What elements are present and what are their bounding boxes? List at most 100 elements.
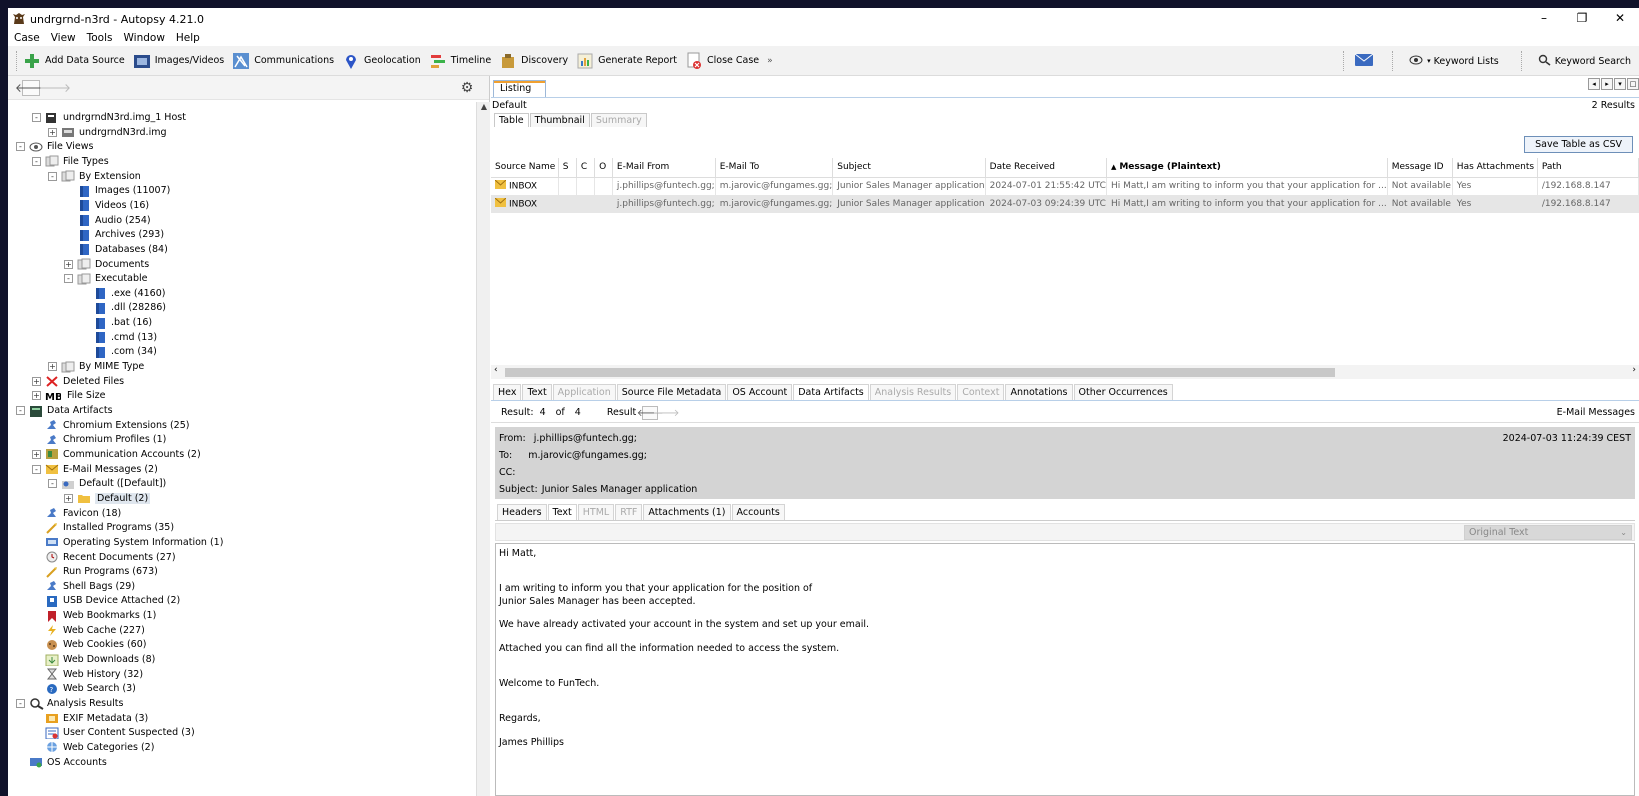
tab-text[interactable]: Text xyxy=(522,384,552,400)
save-table-csv-button[interactable]: Save Table as CSV xyxy=(1524,136,1633,153)
tree-item[interactable]: + Deleted Files xyxy=(32,374,124,389)
tree-item[interactable]: ? Web Search (3) xyxy=(32,681,136,696)
menu-help[interactable]: Help xyxy=(176,32,200,44)
collapse-icon[interactable]: - xyxy=(48,479,57,489)
tree-item[interactable]: - undrgrndN3rd.img_1 Host xyxy=(32,110,186,125)
tree-item[interactable]: Web Categories (2) xyxy=(32,740,154,755)
maximize-icon[interactable]: □ xyxy=(1627,78,1639,90)
expand-icon[interactable]: + xyxy=(32,391,41,401)
tree-item[interactable]: Run Programs (673) xyxy=(32,564,158,579)
tree-item[interactable]: Favicon (18) xyxy=(32,506,121,521)
collapse-icon[interactable]: - xyxy=(16,142,25,152)
column-header[interactable]: Message ID xyxy=(1387,158,1453,178)
forward-arrow-icon[interactable]: 🡒 xyxy=(39,80,71,96)
tree-item[interactable]: OS Accounts xyxy=(16,755,107,770)
column-header[interactable]: Path xyxy=(1537,158,1639,178)
tree-item[interactable]: - Analysis Results xyxy=(16,696,123,711)
geolocation-button[interactable]: Geolocation xyxy=(342,52,421,70)
restore-button[interactable]: ❐ xyxy=(1563,8,1601,30)
tab-email-attachments-[interactable]: Attachments (1) xyxy=(643,504,731,520)
tree-item[interactable]: Archives (293) xyxy=(64,227,164,242)
tab-thumbnail[interactable]: Thumbnail xyxy=(529,113,590,127)
menu-tools[interactable]: Tools xyxy=(87,32,113,44)
column-header[interactable]: E-Mail From xyxy=(612,158,716,178)
tab-data-artifacts[interactable]: Data Artifacts xyxy=(793,384,869,400)
tree-item[interactable]: + undrgrndN3rd.img xyxy=(48,125,167,140)
scrollbar-thumb[interactable] xyxy=(505,368,1335,377)
tree-item[interactable]: Videos (16) xyxy=(64,198,149,213)
tab-email-rtf[interactable]: RTF xyxy=(615,504,643,520)
column-header[interactable]: E-Mail To xyxy=(715,158,834,178)
tab-email-accounts[interactable]: Accounts xyxy=(731,504,785,520)
images-videos-button[interactable]: Images/Videos xyxy=(133,52,224,70)
back-arrow-icon[interactable]: 🡐 xyxy=(15,79,47,96)
tree-item[interactable]: Web History (32) xyxy=(32,667,143,682)
column-header[interactable]: Has Attachments xyxy=(1452,158,1538,178)
keyword-lists-button[interactable]: ▾ Keyword Lists xyxy=(1409,55,1499,68)
tab-list-icon[interactable]: ▾ xyxy=(1614,78,1626,90)
tab-email-html[interactable]: HTML xyxy=(577,504,615,520)
menu-case[interactable]: Case xyxy=(14,32,40,44)
tab-annotations[interactable]: Annotations xyxy=(1005,384,1073,400)
tab-context[interactable]: Context xyxy=(957,384,1005,400)
tab-other-occurrences[interactable]: Other Occurrences xyxy=(1073,384,1173,400)
tree-item[interactable]: - File Views xyxy=(16,139,93,154)
column-header[interactable]: Date Received xyxy=(985,158,1107,178)
tree-item[interactable]: - By Extension xyxy=(48,169,141,184)
tree-item[interactable]: Recent Documents (27) xyxy=(32,550,176,565)
tree-item[interactable]: - Default ([Default]) xyxy=(48,476,166,491)
tab-os-account[interactable]: OS Account xyxy=(727,384,793,400)
tree-item[interactable]: .exe (4160) xyxy=(80,286,165,301)
expand-icon[interactable]: + xyxy=(32,449,41,459)
tree-item[interactable]: .bat (16) xyxy=(80,315,152,330)
tree-item[interactable]: Audio (254) xyxy=(64,213,151,228)
tab-left-icon[interactable]: ◂ xyxy=(1588,78,1600,90)
tab-right-icon[interactable]: ▸ xyxy=(1601,78,1613,90)
tree-item[interactable]: .dll (28286) xyxy=(80,300,166,315)
tab-email-text[interactable]: Text xyxy=(547,504,577,520)
tree-item[interactable]: Web Bookmarks (1) xyxy=(32,608,156,623)
tab-summary[interactable]: Summary xyxy=(590,113,647,127)
table-row[interactable]: INBOX j.phillips@funtech.gg; m.jarovic@fun… xyxy=(491,177,1639,195)
expand-icon[interactable]: + xyxy=(64,259,73,269)
menu-view[interactable]: View xyxy=(51,32,76,44)
tree-item[interactable]: - E-Mail Messages (2) xyxy=(32,462,158,477)
tab-source-file-metadata[interactable]: Source File Metadata xyxy=(616,384,727,400)
tree-item[interactable]: Web Cookies (60) xyxy=(32,637,146,652)
tree-scrollbar[interactable]: ▲ xyxy=(476,102,490,796)
expand-icon[interactable]: + xyxy=(32,376,41,386)
tree-item[interactable]: .com (34) xyxy=(80,344,157,359)
tree-item[interactable]: + MB File Size xyxy=(32,388,105,403)
tree-item[interactable]: + Default (2) xyxy=(64,491,151,506)
tree-item[interactable]: + By MIME Type xyxy=(48,359,144,374)
tree-item[interactable]: Chromium Extensions (25) xyxy=(32,418,189,433)
tree-item[interactable]: - Executable xyxy=(64,271,147,286)
collapse-icon[interactable]: - xyxy=(64,274,73,284)
tree-item[interactable]: Chromium Profiles (1) xyxy=(32,432,166,447)
tree-item[interactable]: Installed Programs (35) xyxy=(32,520,174,535)
tree-item[interactable]: Web Downloads (8) xyxy=(32,652,155,667)
close-window-button[interactable]: ✕ xyxy=(1601,8,1639,30)
generate-report-button[interactable]: Generate Report xyxy=(576,52,677,70)
tree-item[interactable]: Web Cache (227) xyxy=(32,623,145,638)
expand-icon[interactable]: + xyxy=(48,362,57,372)
tab-analysis-results[interactable]: Analysis Results xyxy=(869,384,957,400)
tab-listing[interactable]: Listing xyxy=(493,80,547,97)
menu-window[interactable]: Window xyxy=(124,32,165,44)
tree-item[interactable]: EXIF Metadata (3) xyxy=(32,711,148,726)
collapse-icon[interactable]: - xyxy=(16,699,25,708)
scroll-up-icon[interactable]: ▲ xyxy=(477,102,491,114)
table-row[interactable]: INBOX j.phillips@funtech.gg; m.jarovic@fun… xyxy=(491,195,1639,213)
tree-item[interactable]: - Data Artifacts xyxy=(16,403,113,418)
expand-icon[interactable]: + xyxy=(48,127,57,137)
tab-hex[interactable]: Hex xyxy=(493,384,522,400)
tree-item[interactable]: + Communication Accounts (2) xyxy=(32,447,201,462)
tree-item[interactable]: - File Types xyxy=(32,154,109,169)
column-header[interactable]: Subject xyxy=(832,158,986,178)
tab-table[interactable]: Table xyxy=(494,113,529,127)
column-header[interactable]: ▲ Message (Plaintext) xyxy=(1106,158,1388,178)
discovery-button[interactable]: Discovery xyxy=(499,52,568,70)
scroll-left-icon[interactable]: ‹ xyxy=(494,365,498,375)
expand-icon[interactable]: + xyxy=(64,493,73,503)
keyword-search-button[interactable]: Keyword Search xyxy=(1538,54,1631,69)
